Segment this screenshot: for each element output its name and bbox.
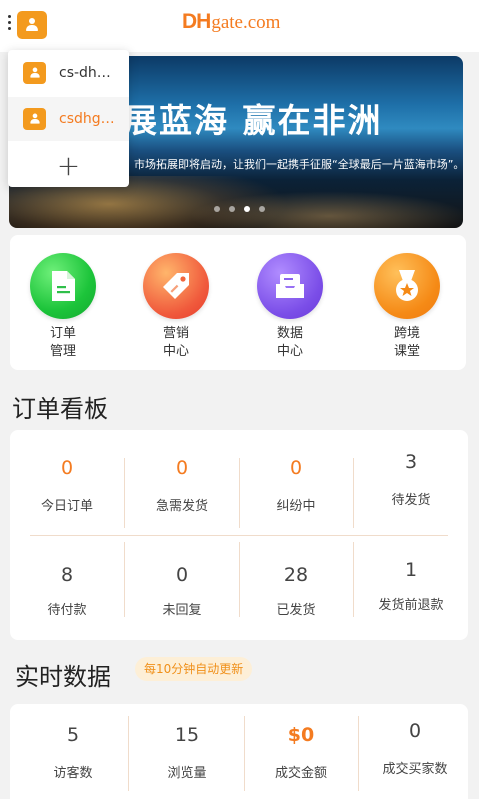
user-icon (24, 17, 40, 33)
dhgate-logo: DH gate.com (182, 10, 281, 33)
carousel-dot-active[interactable] (244, 206, 250, 212)
shortcut-label: 营销 中心 (162, 326, 189, 359)
account-name: cs-dh… (59, 65, 111, 81)
add-account-button[interactable]: + (8, 144, 129, 187)
kebab-menu-icon[interactable] (5, 15, 13, 35)
carousel-dots (214, 206, 265, 212)
account-item[interactable]: cs-dh… (8, 51, 129, 95)
banner-subtitle: 市场拓展即将启动，让我们一起携手征服“全球最后一片蓝海市场”。 (134, 158, 463, 171)
stat-awaiting-shipment[interactable]: 3 待发货 (354, 424, 468, 529)
shortcut-panel: 订单 管理 营销 中心 数据 中心 跨境 课堂 (10, 235, 466, 370)
stat-buyers[interactable]: 0 成交买家数 (358, 700, 472, 799)
stat-awaiting-payment[interactable]: 8 待付款 (10, 535, 124, 640)
inbox-icon (257, 253, 323, 319)
account-switch-button[interactable] (17, 11, 47, 39)
shortcut-order-management[interactable]: 订单 管理 (18, 253, 108, 361)
shortcut-data-center[interactable]: 数据 中心 (245, 253, 335, 361)
stat-page-views[interactable]: 15 浏览量 (130, 704, 244, 799)
document-icon (30, 253, 96, 319)
stat-refund-before-shipping[interactable]: 1 发货前退款 (354, 530, 468, 635)
stat-in-dispute[interactable]: 0 纠纷中 (239, 430, 353, 535)
account-name: csdhg… (59, 111, 115, 127)
account-item-selected[interactable]: csdhg… (8, 97, 129, 141)
medal-icon (374, 253, 440, 319)
tag-icon (143, 253, 209, 319)
auto-update-badge: 每10分钟自动更新 (135, 657, 253, 681)
stat-unreplied[interactable]: 0 未回复 (125, 535, 239, 640)
shortcut-label: 数据 中心 (276, 326, 303, 359)
account-dropdown: cs-dh… csdhg… + (8, 50, 129, 187)
shortcut-label: 订单 管理 (49, 326, 76, 359)
stat-visitors[interactable]: 5 访客数 (16, 704, 130, 799)
shortcut-cross-border-class[interactable]: 跨境 课堂 (362, 253, 452, 361)
realtime-data-title: 实时数据 (15, 663, 111, 691)
top-bar: DH gate.com (0, 0, 479, 52)
carousel-dot[interactable] (214, 206, 220, 212)
shortcut-marketing-center[interactable]: 营销 中心 (131, 253, 221, 361)
order-board: 0 今日订单 0 急需发货 0 纠纷中 3 待发货 8 待付款 0 未回复 28… (10, 430, 468, 640)
carousel-dot[interactable] (229, 206, 235, 212)
user-icon (23, 62, 46, 84)
order-board-title: 订单看板 (12, 395, 108, 423)
app-screen: DH gate.com 展蓝海 赢在非洲 市场拓展即将启动，让我们一起携手征服“全… (0, 0, 479, 799)
realtime-panel: 5 访客数 15 浏览量 $0 成交金额 0 成交买家数 (10, 704, 468, 799)
shortcut-label: 跨境 课堂 (393, 326, 420, 359)
stat-transaction-amount[interactable]: $0 成交金额 (244, 704, 358, 799)
stat-shipped[interactable]: 28 已发货 (239, 535, 353, 640)
stat-urgent-shipping[interactable]: 0 急需发货 (125, 430, 239, 535)
carousel-dot[interactable] (259, 206, 265, 212)
user-icon (23, 108, 46, 130)
stat-today-orders[interactable]: 0 今日订单 (10, 430, 124, 535)
banner-title: 展蓝海 赢在非洲 (124, 101, 383, 140)
